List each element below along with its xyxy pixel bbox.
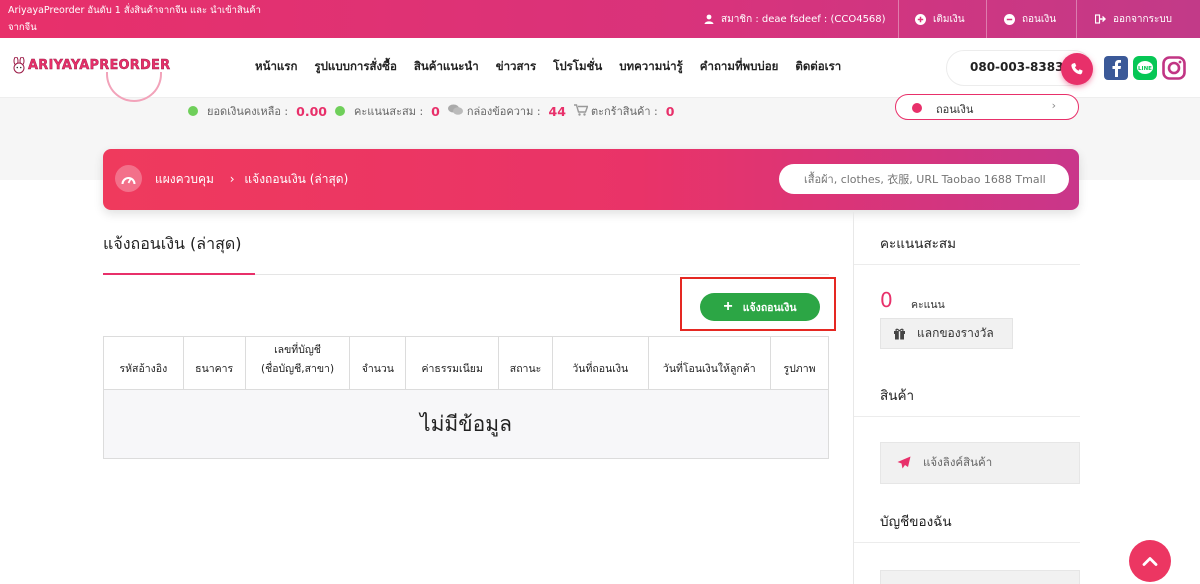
svg-text:LINE: LINE bbox=[1138, 66, 1152, 72]
nav-news[interactable]: ข่าวสาร bbox=[496, 58, 536, 76]
withdraw-link[interactable]: ถอนเงิน bbox=[1004, 0, 1056, 38]
divider bbox=[1076, 0, 1077, 38]
phone-number: 080-003-8383 bbox=[970, 60, 1064, 74]
points-total: 0 bbox=[880, 288, 893, 312]
status-dot bbox=[188, 106, 198, 116]
withdraw-table: รหัสอ้างอิง ธนาคาร เลขที่บัญชี (ชื่อบัญช… bbox=[103, 336, 829, 459]
nav-menu: หน้าแรก รูปแบบการสั่งซื้อ สินค้าแนะนำ ข่… bbox=[255, 58, 858, 76]
breadcrumb-separator-icon: › bbox=[229, 172, 235, 186]
line-icon[interactable]: LINE bbox=[1133, 56, 1157, 80]
balance-label: ยอดเงินคงเหลือ : bbox=[207, 105, 289, 118]
scroll-to-top-button[interactable] bbox=[1129, 540, 1171, 582]
points-value: 0 bbox=[431, 103, 440, 119]
withdraw-label: ถอนเงิน bbox=[1022, 13, 1057, 25]
logo-text: ARIYAYAPREORDER bbox=[28, 58, 171, 73]
site-tagline: AriyayaPreorder อันดับ 1 สั่งสินค้าจากจี… bbox=[8, 5, 261, 33]
divider bbox=[898, 0, 899, 38]
nav-promotions[interactable]: โปรโมชั่น bbox=[553, 58, 602, 76]
nav-order-types[interactable]: รูปแบบการสั่งซื้อ bbox=[314, 58, 396, 76]
facebook-icon[interactable] bbox=[1104, 56, 1128, 80]
redeem-rewards-button[interactable]: แลกของรางวัล bbox=[880, 318, 1013, 349]
empty-state: ไม่มีข้อมูล bbox=[103, 389, 829, 459]
sidebar-divider bbox=[854, 416, 1080, 417]
cart-icon bbox=[573, 103, 589, 119]
status-dot bbox=[334, 106, 345, 116]
col-image: รูปภาพ bbox=[770, 336, 829, 390]
main-navbar: ARIYAYAPREORDER หน้าแรก รูปแบบการสั่งซื้… bbox=[0, 38, 1200, 98]
sidebar-account-item[interactable] bbox=[880, 570, 1080, 584]
withdraw-shortcut-button[interactable]: ถอนเงิน › bbox=[895, 94, 1079, 120]
col-reference: รหัสอ้างอิง bbox=[103, 336, 184, 390]
add-withdraw-request-button[interactable]: + แจ้งถอนเงิน bbox=[700, 293, 820, 321]
withdraw-shortcut-label: ถอนเงิน bbox=[936, 103, 974, 116]
breadcrumb: แผงควบคุม › แจ้งถอนเงิน (ล่าสุด) bbox=[155, 170, 348, 189]
instagram-icon[interactable] bbox=[1162, 56, 1186, 80]
account-stats: ยอดเงินคงเหลือ : 0.00 คะแนนสะสม : 0 กล่อ… bbox=[188, 102, 682, 120]
notify-link-label: แจ้งลิงค์สินค้า bbox=[923, 455, 993, 469]
breadcrumb-banner: แผงควบคุม › แจ้งถอนเงิน (ล่าสุด) bbox=[103, 149, 1079, 210]
avatar[interactable] bbox=[106, 72, 162, 102]
inbox-label[interactable]: กล่องข้อความ : bbox=[467, 102, 541, 120]
nav-articles[interactable]: บทความน่ารู้ bbox=[619, 58, 683, 76]
table-row: ไม่มีข้อมูล bbox=[103, 389, 829, 459]
topup-link[interactable]: เติมเงิน bbox=[915, 0, 965, 38]
plus-icon: + bbox=[723, 298, 733, 315]
nav-recommended[interactable]: สินค้าแนะนำ bbox=[414, 58, 479, 76]
col-bank: ธนาคาร bbox=[182, 336, 246, 390]
points-heading: คะแนนสะสม bbox=[880, 236, 957, 252]
col-transfer-date: วันที่โอนเงินให้ลูกค้า bbox=[647, 336, 772, 390]
chat-icon bbox=[447, 104, 463, 119]
col-account: เลขที่บัญชี (ชื่อบัญชี,สาขา) bbox=[244, 336, 351, 390]
balance-value: 0.00 bbox=[296, 103, 327, 119]
divider bbox=[986, 0, 987, 38]
member-label: สมาชิก : deae fsdeef : (CCO4568) bbox=[721, 13, 886, 25]
topup-label: เติมเงิน bbox=[933, 13, 965, 25]
nav-home[interactable]: หน้าแรก bbox=[255, 58, 297, 76]
account-heading: บัญชีของฉัน bbox=[880, 514, 952, 530]
sidebar-divider bbox=[854, 542, 1080, 543]
withdraw-dot bbox=[912, 103, 922, 113]
inbox-value: 44 bbox=[548, 103, 566, 119]
chevron-up-icon bbox=[1142, 557, 1158, 566]
nav-contact[interactable]: ติดต่อเรา bbox=[795, 58, 841, 76]
logout-link[interactable]: ออกจากระบบ bbox=[1095, 0, 1172, 38]
breadcrumb-current: แจ้งถอนเงิน (ล่าสุด) bbox=[244, 172, 349, 186]
notify-product-link-button[interactable]: แจ้งลิงค์สินค้า bbox=[880, 442, 1080, 484]
bunny-logo-icon bbox=[13, 57, 25, 74]
member-info[interactable]: สมาชิก : deae fsdeef : (CCO4568) bbox=[703, 0, 886, 38]
user-icon bbox=[703, 14, 714, 25]
phone-icon[interactable] bbox=[1061, 53, 1093, 85]
title-underline bbox=[103, 273, 255, 275]
right-sidebar: คะแนนสะสม 0 คะแนน แลกของรางวัล สินค้า แจ… bbox=[853, 212, 1200, 584]
redeem-label: แลกของรางวัล bbox=[917, 326, 994, 340]
cart-value: 0 bbox=[665, 103, 675, 119]
points-unit: คะแนน bbox=[911, 299, 945, 311]
nav-faq[interactable]: คำถามที่พบบ่อย bbox=[700, 58, 779, 76]
col-status: สถานะ bbox=[498, 336, 553, 390]
minus-circle-icon bbox=[1004, 13, 1015, 25]
sidebar-divider bbox=[854, 264, 1080, 265]
breadcrumb-dashboard[interactable]: แผงควบคุม bbox=[155, 172, 214, 186]
gift-icon bbox=[893, 327, 906, 343]
phone-pill[interactable]: 080-003-8383 bbox=[946, 50, 1093, 86]
search-input[interactable] bbox=[779, 164, 1069, 194]
logout-icon bbox=[1095, 14, 1106, 25]
col-withdraw-date: วันที่ถอนเงิน bbox=[551, 336, 649, 390]
paper-plane-icon bbox=[897, 456, 911, 472]
logout-label: ออกจากระบบ bbox=[1113, 13, 1173, 25]
products-heading: สินค้า bbox=[880, 388, 915, 404]
cart-label[interactable]: ตะกร้าสินค้า : bbox=[591, 102, 658, 120]
top-bar: AriyayaPreorder อันดับ 1 สั่งสินค้าจากจี… bbox=[0, 0, 1200, 38]
dashboard-icon bbox=[115, 165, 142, 192]
points-label: คะแนนสะสม : bbox=[353, 105, 424, 118]
chevron-right-icon: › bbox=[1051, 99, 1056, 112]
plus-circle-icon bbox=[915, 13, 926, 25]
col-fee: ค่าธรรมเนียม bbox=[405, 336, 500, 390]
col-amount: จำนวน bbox=[349, 336, 407, 390]
page-title: แจ้งถอนเงิน (ล่าสุด) bbox=[103, 234, 242, 253]
add-withdraw-label: แจ้งถอนเงิน bbox=[742, 301, 797, 314]
table-header-row: รหัสอ้างอิง ธนาคาร เลขที่บัญชี (ชื่อบัญช… bbox=[103, 336, 829, 390]
